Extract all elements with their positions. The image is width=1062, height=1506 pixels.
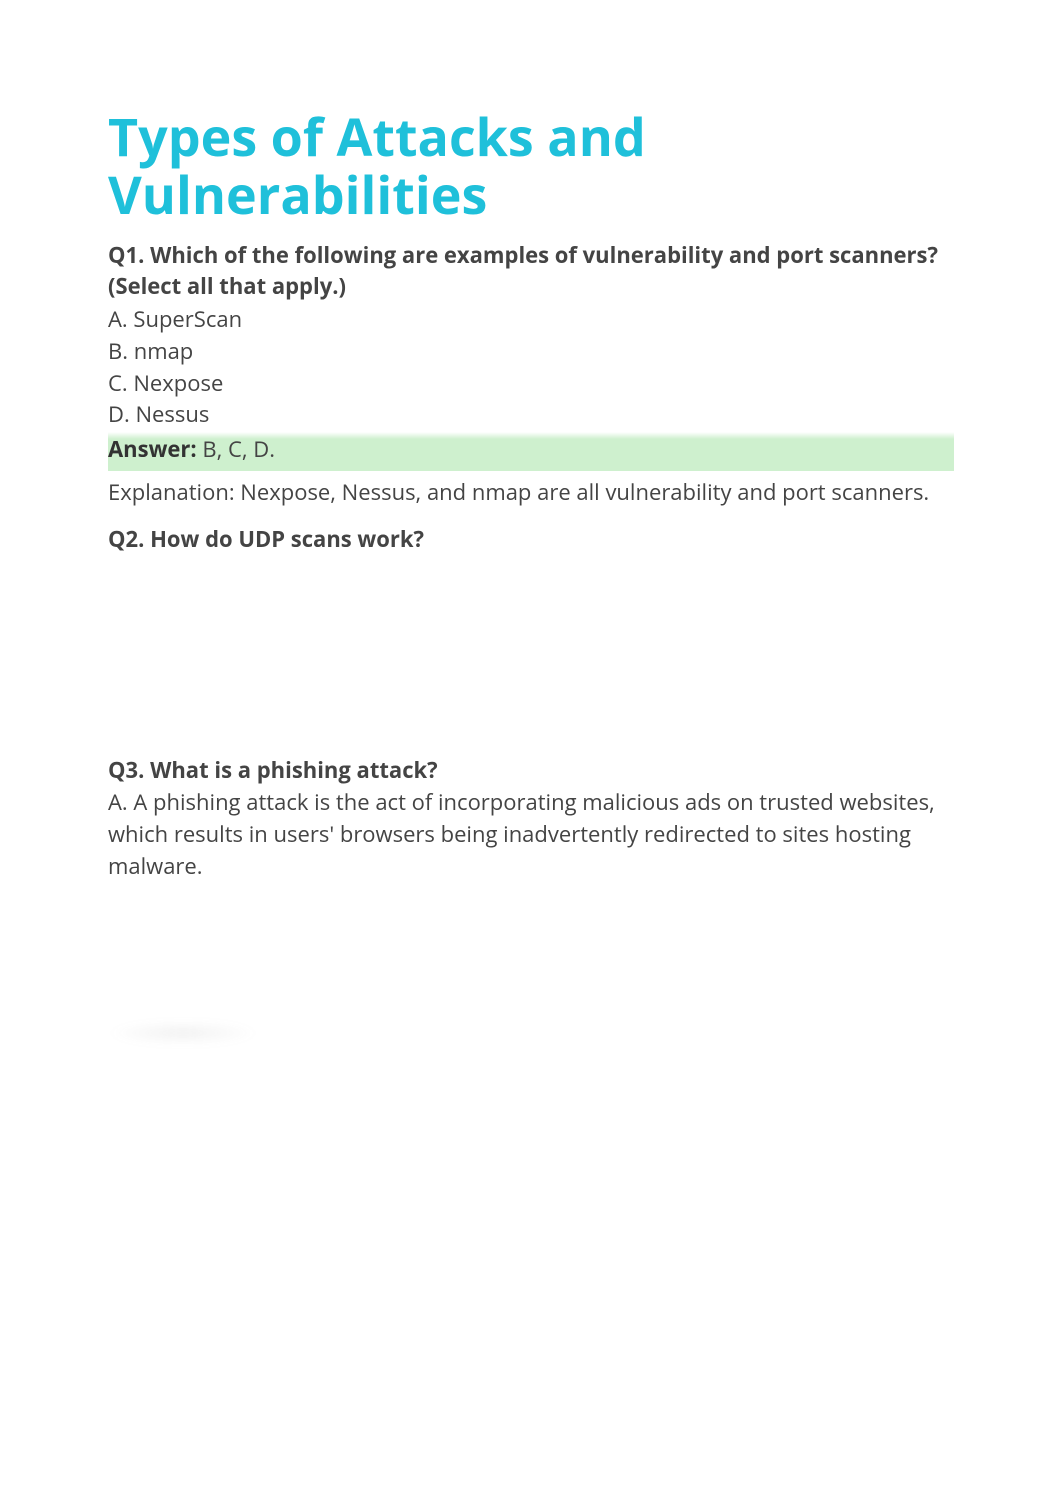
page-title: Types of Attacks and Vulnerabilities	[108, 108, 954, 224]
blurred-content-placeholder	[108, 1021, 258, 1045]
q1-option-a: A. SuperScan	[108, 304, 954, 335]
q1-answer-label: Answer:	[108, 434, 197, 464]
q1-explanation: Explanation: Nexpose, Nessus, and nmap a…	[108, 477, 954, 508]
q3-prompt: Q3. What is a phishing attack?	[108, 755, 954, 786]
q1-answer-value: B, C, D.	[197, 434, 275, 464]
q1-option-b: B. nmap	[108, 336, 954, 367]
q1-option-d: D. Nessus	[108, 399, 954, 430]
q1-answer-block: Answer: B, C, D.	[108, 432, 954, 471]
q2-prompt: Q2. How do UDP scans work?	[108, 524, 954, 555]
q1-option-c: C. Nexpose	[108, 368, 954, 399]
q1-prompt: Q1. Which of the following are examples …	[108, 240, 954, 302]
q3-option-a: A. A phishing attack is the act of incor…	[108, 787, 954, 883]
